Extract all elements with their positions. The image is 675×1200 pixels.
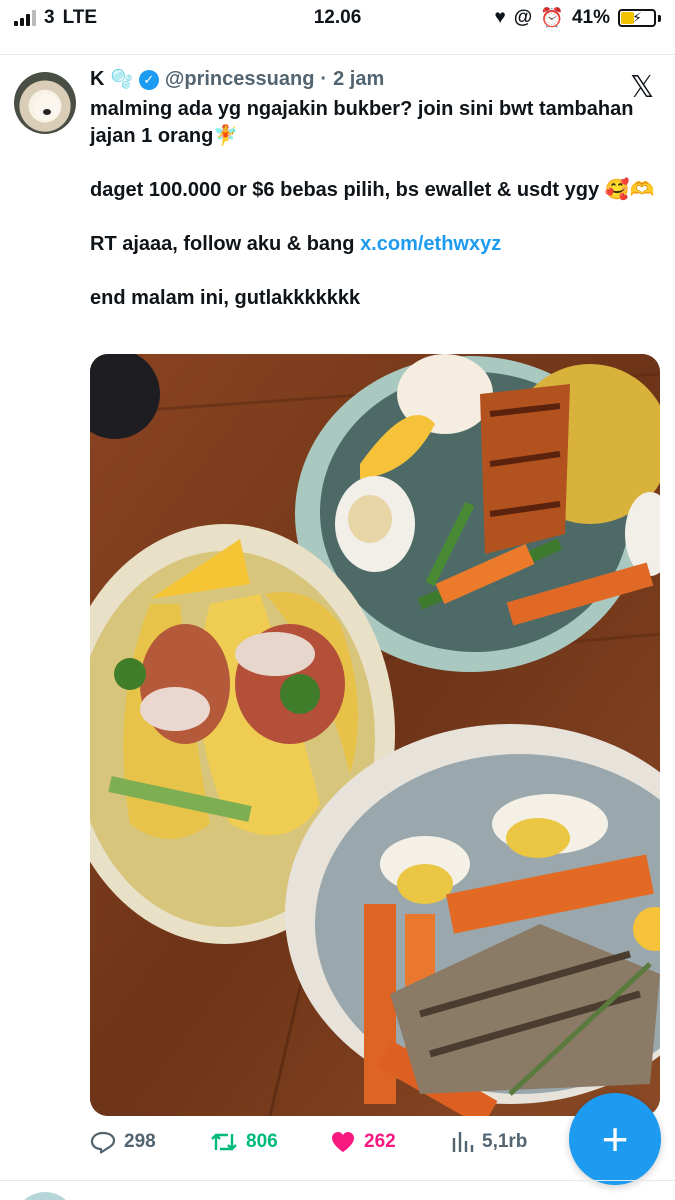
separator-dot: ·	[320, 68, 328, 90]
reply-count: 298	[124, 1131, 156, 1152]
status-bar: 3 LTE 12.06 ♥ @ ⏰ 41% ⚡	[0, 0, 675, 36]
tweet-line-4: end malam ini, gutlakkkkkkk	[90, 287, 361, 309]
handle[interactable]: @princessuang	[165, 68, 315, 91]
like-count: 262	[364, 1131, 396, 1152]
verified-badge-icon: ✓	[138, 69, 159, 90]
signal-icon	[14, 10, 36, 26]
at-icon: @	[513, 7, 533, 28]
timestamp[interactable]: 2 jam	[333, 68, 384, 91]
heart-icon: ♥	[494, 7, 506, 28]
next-post-peek[interactable]	[0, 1188, 675, 1200]
alarm-icon: ⏰	[540, 8, 564, 29]
tweet-line-1: malming ada yg ngajakin bukber? join sin…	[90, 98, 634, 147]
reply-icon	[90, 1131, 116, 1154]
views-button[interactable]: 5,1rb	[450, 1130, 570, 1154]
compose-button[interactable]: +	[569, 1093, 661, 1185]
post-header: K 🫧 ✓ @princessuang · 2 jam	[90, 68, 384, 91]
reply-button[interactable]: 298	[90, 1130, 210, 1154]
network-label: LTE	[62, 7, 98, 28]
battery-percent: 41%	[571, 7, 610, 28]
rt-prefix: RT ajaaa, follow aku & bang	[90, 233, 361, 255]
tweet-line-2: daget 100.000 or $6 bebas pilih, bs ewal…	[90, 179, 655, 201]
carrier-label: 3	[44, 7, 55, 28]
views-count: 5,1rb	[482, 1131, 528, 1152]
battery-icon: ⚡	[618, 9, 661, 27]
retweet-count: 806	[246, 1131, 278, 1152]
avatar[interactable]	[14, 72, 76, 134]
tweet-text: malming ada yg ngajakin bukber? join sin…	[90, 96, 660, 339]
top-divider	[0, 54, 675, 55]
bubbles-emoji: 🫧	[110, 69, 133, 89]
analytics-icon	[452, 1132, 474, 1152]
retweet-icon	[211, 1133, 237, 1151]
profile-link[interactable]: x.com/ethwxyz	[360, 233, 501, 255]
next-post-avatar[interactable]	[14, 1192, 76, 1200]
like-button[interactable]: 262	[330, 1130, 450, 1154]
heart-filled-icon	[332, 1132, 354, 1152]
action-bar: 298 806 262 5,1rb	[90, 1124, 570, 1160]
clock: 12.06	[313, 7, 362, 28]
retweet-button[interactable]: 806	[210, 1130, 330, 1154]
tweet-line-3: RT ajaaa, follow aku & bang x.com/ethwxy…	[90, 231, 660, 258]
display-name[interactable]: K	[90, 68, 104, 91]
post-divider	[0, 1180, 675, 1181]
post-photo[interactable]	[90, 354, 660, 1116]
